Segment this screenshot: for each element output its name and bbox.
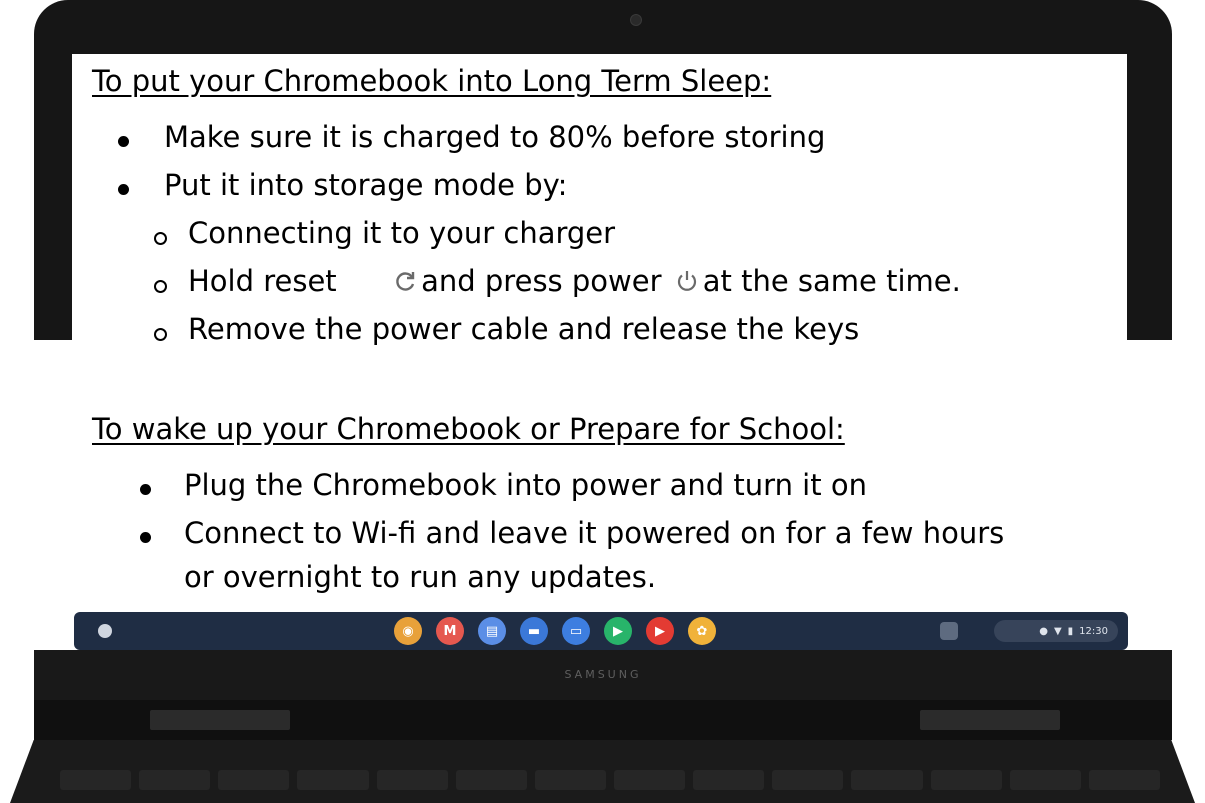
key[interactable] bbox=[297, 770, 369, 790]
press-power-text: and press power bbox=[421, 264, 662, 298]
bullet-wifi: Connect to Wi-fi and leave it powered on… bbox=[184, 516, 1005, 550]
bullet-storage-mode: Put it into storage mode by: bbox=[164, 168, 568, 202]
battery-icon: ▮ bbox=[1067, 625, 1074, 637]
status-tray[interactable]: ● ▼ ▮ 12:30 bbox=[994, 620, 1118, 642]
chromeos-shelf: ◉ M ▤ ▬ ▭ ▶ ▶ ✿ ● ▼ ▮ 12:30 bbox=[74, 612, 1128, 650]
files-icon[interactable]: ▬ bbox=[520, 617, 548, 645]
section2-heading: To wake up your Chromebook or Prepare fo… bbox=[92, 412, 845, 446]
pinned-apps: ◉ M ▤ ▬ ▭ ▶ ▶ ✿ bbox=[394, 617, 716, 645]
substep-hold-reset: Hold reset and press power at the same t… bbox=[188, 264, 961, 300]
clipboard-icon[interactable] bbox=[940, 622, 958, 640]
brand-logo: SAMSUNG bbox=[564, 668, 642, 681]
refresh-icon bbox=[393, 266, 417, 300]
key[interactable] bbox=[60, 770, 132, 790]
function-key-row bbox=[60, 770, 1160, 790]
messages-icon[interactable]: ▭ bbox=[562, 617, 590, 645]
chrome-icon[interactable]: ◉ bbox=[394, 617, 422, 645]
hold-reset-text: Hold reset bbox=[188, 264, 337, 298]
bullet-marker bbox=[140, 484, 151, 495]
key[interactable] bbox=[218, 770, 290, 790]
sub-bullet-marker bbox=[154, 328, 167, 341]
play-store-icon[interactable]: ▶ bbox=[604, 617, 632, 645]
sub-bullet-marker bbox=[154, 280, 167, 293]
photos-icon[interactable]: ✿ bbox=[688, 617, 716, 645]
webcam bbox=[630, 14, 642, 26]
sub-bullet-marker bbox=[154, 232, 167, 245]
key[interactable] bbox=[376, 770, 448, 790]
bullet-marker bbox=[140, 532, 151, 543]
key[interactable] bbox=[693, 770, 765, 790]
bullet-wifi-continued: or overnight to run any updates. bbox=[184, 560, 657, 594]
key[interactable] bbox=[534, 770, 606, 790]
clock: 12:30 bbox=[1079, 625, 1108, 637]
bullet-plug-in: Plug the Chromebook into power and turn … bbox=[184, 468, 867, 502]
wifi-icon: ▼ bbox=[1053, 625, 1062, 637]
bullet-marker bbox=[118, 136, 129, 147]
key[interactable] bbox=[930, 770, 1002, 790]
key[interactable] bbox=[139, 770, 211, 790]
key[interactable] bbox=[851, 770, 923, 790]
key[interactable] bbox=[1088, 770, 1160, 790]
key[interactable] bbox=[613, 770, 686, 790]
same-time-text: at the same time. bbox=[702, 264, 961, 298]
instructions-document: To put your Chromebook into Long Term Sl… bbox=[72, 54, 1127, 599]
bullet-marker bbox=[118, 184, 129, 195]
power-icon bbox=[675, 266, 699, 300]
launcher-icon[interactable] bbox=[98, 624, 112, 638]
right-hinge bbox=[920, 710, 1060, 730]
keyboard bbox=[10, 740, 1195, 803]
section1-heading: To put your Chromebook into Long Term Sl… bbox=[92, 64, 772, 98]
bullet-charge: Make sure it is charged to 80% before st… bbox=[164, 120, 826, 154]
substep-connect: Connecting it to your charger bbox=[188, 216, 616, 250]
substep-remove-cable: Remove the power cable and release the k… bbox=[188, 312, 860, 346]
key[interactable] bbox=[455, 770, 527, 790]
youtube-icon[interactable]: ▶ bbox=[646, 617, 674, 645]
docs-icon[interactable]: ▤ bbox=[478, 617, 506, 645]
key[interactable] bbox=[1009, 770, 1081, 790]
notification-icon: ● bbox=[1039, 625, 1048, 637]
left-hinge bbox=[150, 710, 290, 730]
key[interactable] bbox=[772, 770, 844, 790]
gmail-icon[interactable]: M bbox=[436, 617, 464, 645]
